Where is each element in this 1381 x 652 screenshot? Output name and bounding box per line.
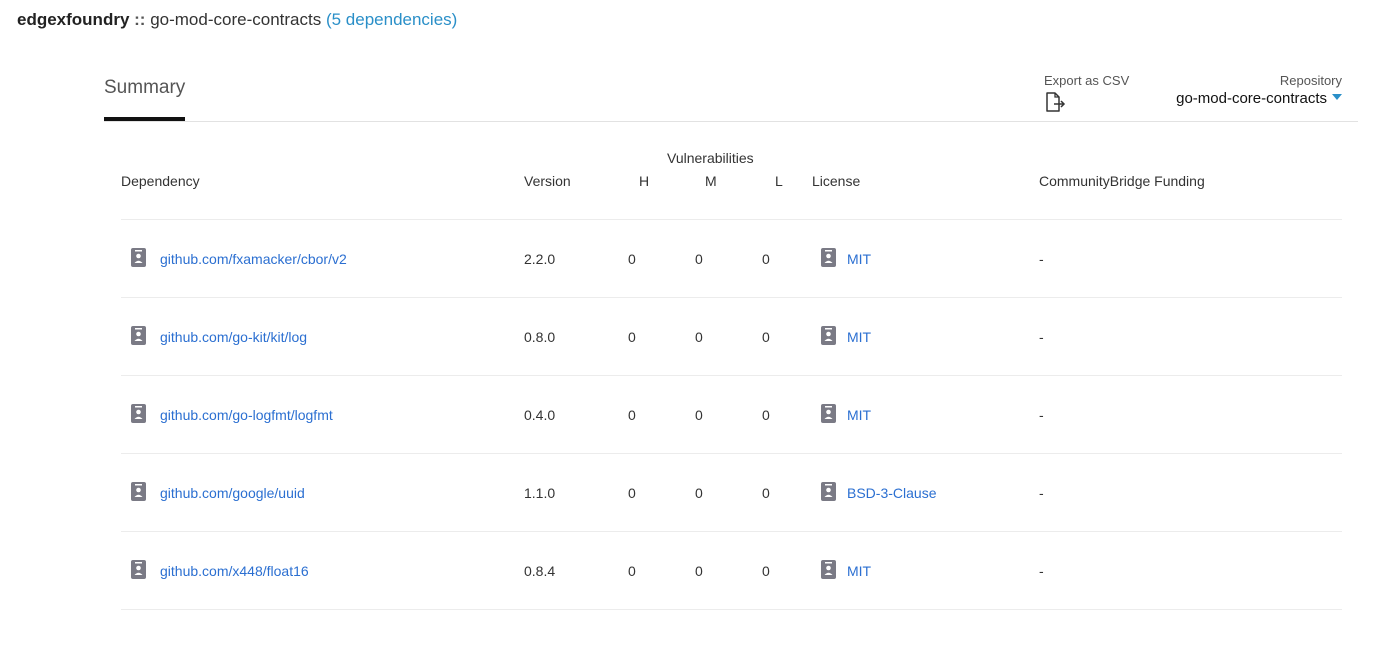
version-cell: 2.2.0 [524,251,556,267]
repository-icon [131,404,146,423]
vuln-high-cell: 0 [628,407,636,423]
funding-cell: - [1039,407,1044,423]
export-file-icon[interactable] [1045,92,1067,112]
license-link[interactable]: MIT [847,250,871,268]
funding-cell: - [1039,563,1044,579]
license-link[interactable]: MIT [847,406,871,424]
page-title: edgexfoundry :: go-mod-core-contracts (5… [17,8,457,32]
license-link[interactable]: MIT [847,328,871,346]
vuln-medium-cell: 0 [695,563,703,579]
vuln-medium-cell: 0 [695,329,703,345]
dependency-link[interactable]: github.com/fxamacker/cbor/v2 [160,250,347,268]
header-dependency: Dependency [121,173,200,189]
header-low: L [775,173,783,189]
license-icon [821,482,836,501]
dependency-link[interactable]: github.com/x448/float16 [160,562,309,580]
repo-name: go-mod-core-contracts [150,10,322,29]
tab-divider [104,121,1358,122]
header-vulnerabilities: Vulnerabilities [667,150,754,166]
vuln-medium-cell: 0 [695,407,703,423]
tab-summary[interactable]: Summary [104,76,185,100]
caret-down-icon [1332,94,1342,100]
vuln-low-cell: 0 [762,485,770,501]
version-cell: 1.1.0 [524,485,556,501]
title-separator: :: [134,10,146,29]
license-icon [821,248,836,267]
vuln-high-cell: 0 [628,329,636,345]
header-high: H [639,173,650,189]
dependency-link[interactable]: github.com/go-logfmt/logfmt [160,406,333,424]
table-row: github.com/go-logfmt/logfmt 0.4.0 0 0 0 … [121,375,1342,454]
license-icon [821,404,836,423]
license-link[interactable]: BSD-3-Clause [847,484,936,502]
org-name: edgexfoundry [17,10,130,29]
vuln-low-cell: 0 [762,329,770,345]
vuln-high-cell: 0 [628,485,636,501]
header-version: Version [524,173,571,189]
vuln-medium-cell: 0 [695,485,703,501]
vuln-medium-cell: 0 [695,251,703,267]
dependency-link[interactable]: github.com/go-kit/kit/log [160,328,307,346]
vuln-low-cell: 0 [762,563,770,579]
vuln-high-cell: 0 [628,563,636,579]
license-link[interactable]: MIT [847,562,871,580]
header-funding: CommunityBridge Funding [1039,173,1205,189]
repository-label: Repository [1279,73,1342,88]
funding-cell: - [1039,251,1044,267]
header-medium: M [705,173,717,189]
repository-icon [131,482,146,501]
table-row: github.com/fxamacker/cbor/v2 2.2.0 0 0 0… [121,219,1342,298]
table-row: github.com/google/uuid 1.1.0 0 0 0 BSD-3… [121,453,1342,532]
vuln-low-cell: 0 [762,251,770,267]
license-icon [821,560,836,579]
funding-cell: - [1039,329,1044,345]
page: edgexfoundry :: go-mod-core-contracts (5… [0,0,1381,652]
table-row: github.com/x448/float16 0.8.4 0 0 0 MIT … [121,531,1342,610]
repository-icon [131,326,146,345]
dependency-count-link[interactable]: (5 dependencies) [326,10,457,29]
header-license: License [812,173,861,189]
version-cell: 0.4.0 [524,407,556,423]
version-cell: 0.8.0 [524,329,556,345]
repository-icon [131,560,146,579]
dependency-link[interactable]: github.com/google/uuid [160,484,305,502]
table-row: github.com/go-kit/kit/log 0.8.0 0 0 0 MI… [121,297,1342,376]
repository-dropdown[interactable]: go-mod-core-contracts [1176,90,1342,107]
funding-cell: - [1039,485,1044,501]
repository-selected: go-mod-core-contracts [1176,90,1327,107]
version-cell: 0.8.4 [524,563,556,579]
vuln-low-cell: 0 [762,407,770,423]
vuln-high-cell: 0 [628,251,636,267]
export-label: Export as CSV [1044,73,1130,88]
repository-icon [131,248,146,267]
license-icon [821,326,836,345]
